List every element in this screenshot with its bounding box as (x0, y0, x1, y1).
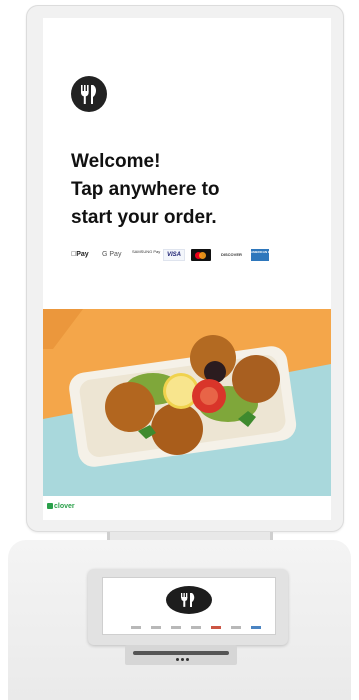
screen-footer: clover (43, 496, 331, 520)
discover-logo: DISCOVER (221, 252, 242, 257)
payment-terminal (88, 569, 288, 645)
terminal-fork-knife-icon (166, 586, 212, 614)
mastercard-logo (191, 249, 211, 261)
google-pay-logo: G Pay (102, 251, 122, 258)
amex-logo: AMERICAN EXPRESS (251, 249, 282, 261)
indicator-dots (176, 648, 191, 666)
welcome-line-2: Tap anywhere to (71, 179, 220, 200)
clover-logo: clover (47, 502, 75, 512)
kiosk-screen[interactable]: Welcome! Tap anywhere to start your orde… (43, 18, 331, 520)
samsung-pay-logo: SAMSUNG Pay (132, 249, 161, 254)
clover-logo-text: clover (54, 503, 75, 510)
welcome-line-1: Welcome! (71, 151, 161, 172)
apple-pay-logo: Pay (71, 251, 89, 258)
food-photo (43, 309, 331, 496)
terminal-payment-methods (131, 626, 261, 630)
terminal-screen[interactable] (102, 577, 276, 635)
fork-knife-icon (71, 76, 107, 112)
welcome-heading: Welcome! Tap anywhere to start your orde… (71, 148, 321, 232)
welcome-line-3: start your order. (71, 207, 217, 228)
payment-methods: Pay G Pay SAMSUNG Pay VISA DISCOVER AME… (71, 249, 326, 263)
visa-logo: VISA (163, 249, 185, 261)
